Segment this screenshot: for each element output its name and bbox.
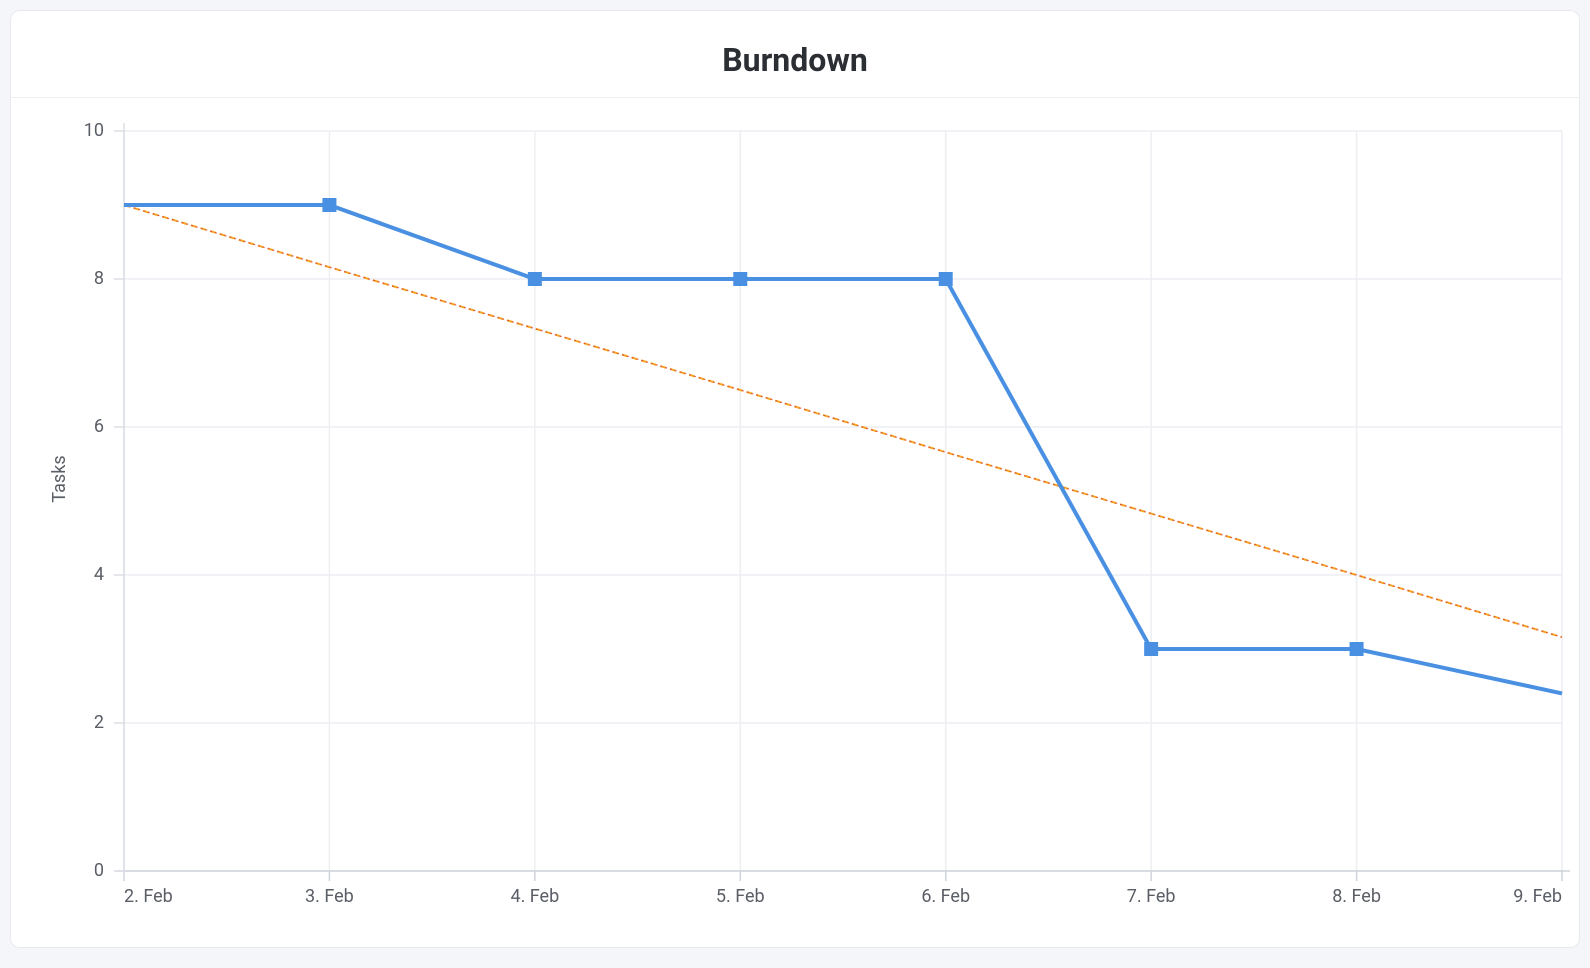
data-point-marker: [1350, 643, 1363, 656]
data-point-marker: [734, 273, 747, 286]
y-tick-labels-group: 0 2 4 6 8 10: [84, 120, 104, 881]
x-tick-label: 3. Feb: [305, 886, 354, 907]
y-tick-label: 4: [94, 564, 104, 585]
y-tick-label: 8: [94, 268, 104, 289]
data-point-marker: [939, 273, 952, 286]
chart-plot: 0246810 2. Feb3. Feb4. Feb5. Feb6. Feb7.…: [124, 131, 1562, 871]
y-tick-label: 10: [84, 120, 104, 141]
chart-card: Burndown Tasks 0246810 2. Feb3. Feb4. Fe…: [10, 10, 1580, 948]
x-tick-label: 7. Feb: [1127, 886, 1176, 907]
y-axis-line: [114, 123, 124, 879]
y-tick-label: 6: [94, 416, 104, 437]
x-tick-labels-group: 2. Feb 3. Feb 4. Feb 5. Feb 6. Feb 7. Feb 8. F…: [124, 886, 1562, 907]
x-tick-label: 4. Feb: [510, 886, 559, 907]
x-axis-line: [116, 871, 1570, 881]
data-point-marker: [1145, 643, 1158, 656]
data-point-marker: [528, 273, 541, 286]
x-tick-label: 6. Feb: [921, 886, 970, 907]
ideal-line-overlay: [124, 205, 1562, 637]
x-tick-label: 8. Feb: [1332, 886, 1381, 907]
gridlines-group: [124, 131, 1562, 871]
chart-title: Burndown: [11, 41, 1579, 79]
x-tick-label: 5. Feb: [716, 886, 765, 907]
x-tick-label: 2. Feb: [124, 886, 173, 907]
data-point-marker: [323, 199, 336, 212]
y-tick-label: 2: [94, 712, 104, 733]
y-tick-label: 0: [94, 860, 104, 881]
x-tick-label: 9. Feb: [1513, 886, 1562, 907]
y-axis-label: Tasks: [49, 455, 70, 502]
title-divider: [11, 97, 1579, 98]
